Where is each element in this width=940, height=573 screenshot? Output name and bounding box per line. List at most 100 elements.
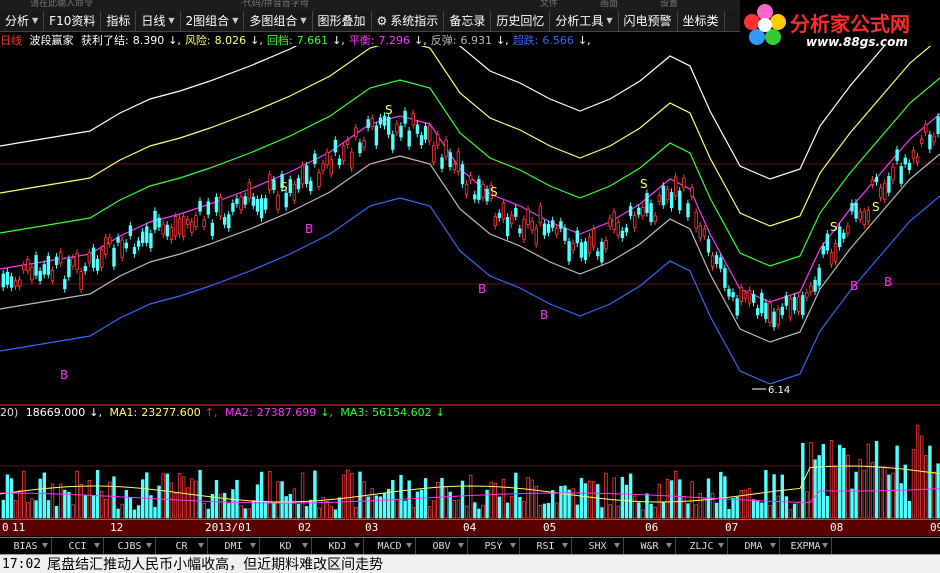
indicator-tab-label: DMI <box>224 540 243 552</box>
candle <box>874 177 879 183</box>
candle <box>530 220 534 231</box>
candle <box>116 237 120 243</box>
volume-bar <box>243 508 247 519</box>
volume-bar <box>813 459 817 519</box>
volume-bar <box>239 505 243 519</box>
price-chart[interactable]: S S S S S S B B B B B B 6.14 <box>0 46 940 519</box>
indicator-tab[interactable]: CCI <box>52 538 104 554</box>
candle <box>366 119 370 128</box>
toolbar-button-1[interactable]: F10资料 <box>44 10 102 31</box>
volume-bar <box>17 490 22 519</box>
indicator-item-value: 7.661 <box>296 34 329 46</box>
indicator-tab[interactable]: OBV <box>416 538 468 554</box>
signal-sell: S <box>490 185 498 199</box>
candle <box>448 152 452 168</box>
volume-bar <box>95 469 100 519</box>
candle <box>120 239 124 258</box>
toolbar-button-5[interactable]: 多图组合 ▼ <box>244 10 313 31</box>
toolbar-button-9[interactable]: 历史回忆 <box>491 10 551 31</box>
candle <box>227 214 231 229</box>
candle <box>899 166 903 184</box>
toolbar-button-7[interactable]: ⚙ 系统指示 <box>372 10 445 31</box>
ma3-label: MA3: <box>340 406 369 419</box>
candle <box>608 218 612 227</box>
toolbar-label: 系统指示 <box>390 14 439 28</box>
candle <box>583 241 588 261</box>
menu-screen[interactable]: 画面 <box>600 0 618 9</box>
volume-bar <box>366 496 370 519</box>
command-input-hint[interactable]: 请在此输入命令 <box>30 0 93 9</box>
volume-bar <box>231 489 235 519</box>
toolbar-button-12[interactable]: 坐标类 <box>678 10 725 31</box>
indicator-tab[interactable]: DMA <box>728 538 780 554</box>
toolbar-button-6[interactable]: 图形叠加 <box>313 10 372 31</box>
volume-bar <box>518 497 522 519</box>
dropdown-arrow-icon[interactable]: ▼ <box>232 16 238 25</box>
indicator-tab-label: OBV <box>432 540 451 552</box>
candle <box>403 110 407 124</box>
dropdown-arrow-icon[interactable]: ▼ <box>606 16 612 25</box>
candle <box>399 125 403 138</box>
toolbar-button-4[interactable]: 2图组合 ▼ <box>181 10 245 31</box>
candle <box>842 232 846 239</box>
toolbar-button-11[interactable]: 闪电预警 <box>619 10 678 31</box>
indicator-tab[interactable]: EXPMA <box>780 538 832 554</box>
candle <box>432 144 436 163</box>
indicator-item-label: 反弹: <box>430 34 457 46</box>
indicator-tab[interactable]: PSY <box>468 538 520 554</box>
candle <box>661 185 666 206</box>
toolbar-button-0[interactable]: 分析 ▼ <box>0 10 45 31</box>
dropdown-arrow-icon[interactable]: ▼ <box>168 16 174 25</box>
candle <box>928 134 932 150</box>
tab-dropdown-icon <box>198 543 204 548</box>
candle <box>333 139 338 153</box>
menu-settings[interactable]: 设置 <box>660 0 678 9</box>
candle <box>587 236 592 254</box>
volume-bar <box>440 477 444 519</box>
volume-bar <box>411 506 415 519</box>
indicator-tab[interactable]: MACD <box>364 538 416 554</box>
indicator-tab-label: KD <box>279 540 292 552</box>
candle <box>214 196 219 213</box>
toolbar-button-8[interactable]: 备忘录 <box>444 10 492 31</box>
indicator-tab[interactable]: SHX <box>572 538 624 554</box>
indicator-tab[interactable]: BIAS <box>0 538 52 554</box>
indicator-tab[interactable]: DMI <box>208 538 260 554</box>
volume-bar <box>555 502 559 519</box>
candle <box>936 116 940 134</box>
candle <box>71 257 75 267</box>
indicator-tab[interactable]: W&R <box>624 538 676 554</box>
indicator-tab[interactable]: CJBS <box>104 538 156 554</box>
volume-bar <box>128 497 133 519</box>
volume-bar <box>551 490 555 519</box>
volume-bar <box>653 506 657 519</box>
indicator-tab[interactable]: KDJ <box>312 538 364 554</box>
candle <box>776 308 780 326</box>
signal-buy: B <box>850 279 858 293</box>
ma3-value: 56154.602 <box>372 406 432 419</box>
toolbar-button-3[interactable]: 日线 ▼ <box>136 10 181 31</box>
candle <box>756 308 760 316</box>
tab-dropdown-icon <box>302 543 308 548</box>
volume-bar <box>817 455 821 519</box>
candle <box>464 183 469 195</box>
toolbar-button-2[interactable]: 指标 <box>101 10 137 31</box>
indicator-tab[interactable]: KD <box>260 538 312 554</box>
dropdown-arrow-icon[interactable]: ▼ <box>300 16 306 25</box>
news-ticker[interactable]: 尾盘结汇推动人民币小幅收高，但近期料难改区间走势 <box>47 554 383 573</box>
candle <box>817 267 821 286</box>
menu-file[interactable]: 文件 <box>540 0 558 9</box>
indicator-tab[interactable]: CR <box>156 538 208 554</box>
volume-bar <box>583 483 588 519</box>
period-label: 日线 <box>0 34 22 46</box>
dropdown-arrow-icon[interactable]: ▼ <box>32 16 38 25</box>
candle <box>686 203 690 218</box>
volume-bar <box>509 495 514 519</box>
indicator-tab[interactable]: RSI <box>520 538 572 554</box>
candle <box>743 293 748 299</box>
candle <box>866 209 871 222</box>
volume-bar <box>624 484 629 519</box>
indicator-tab[interactable]: ZLJC <box>676 538 728 554</box>
volume-bar <box>235 479 239 519</box>
toolbar-button-10[interactable]: 分析工具 ▼ <box>550 10 619 31</box>
